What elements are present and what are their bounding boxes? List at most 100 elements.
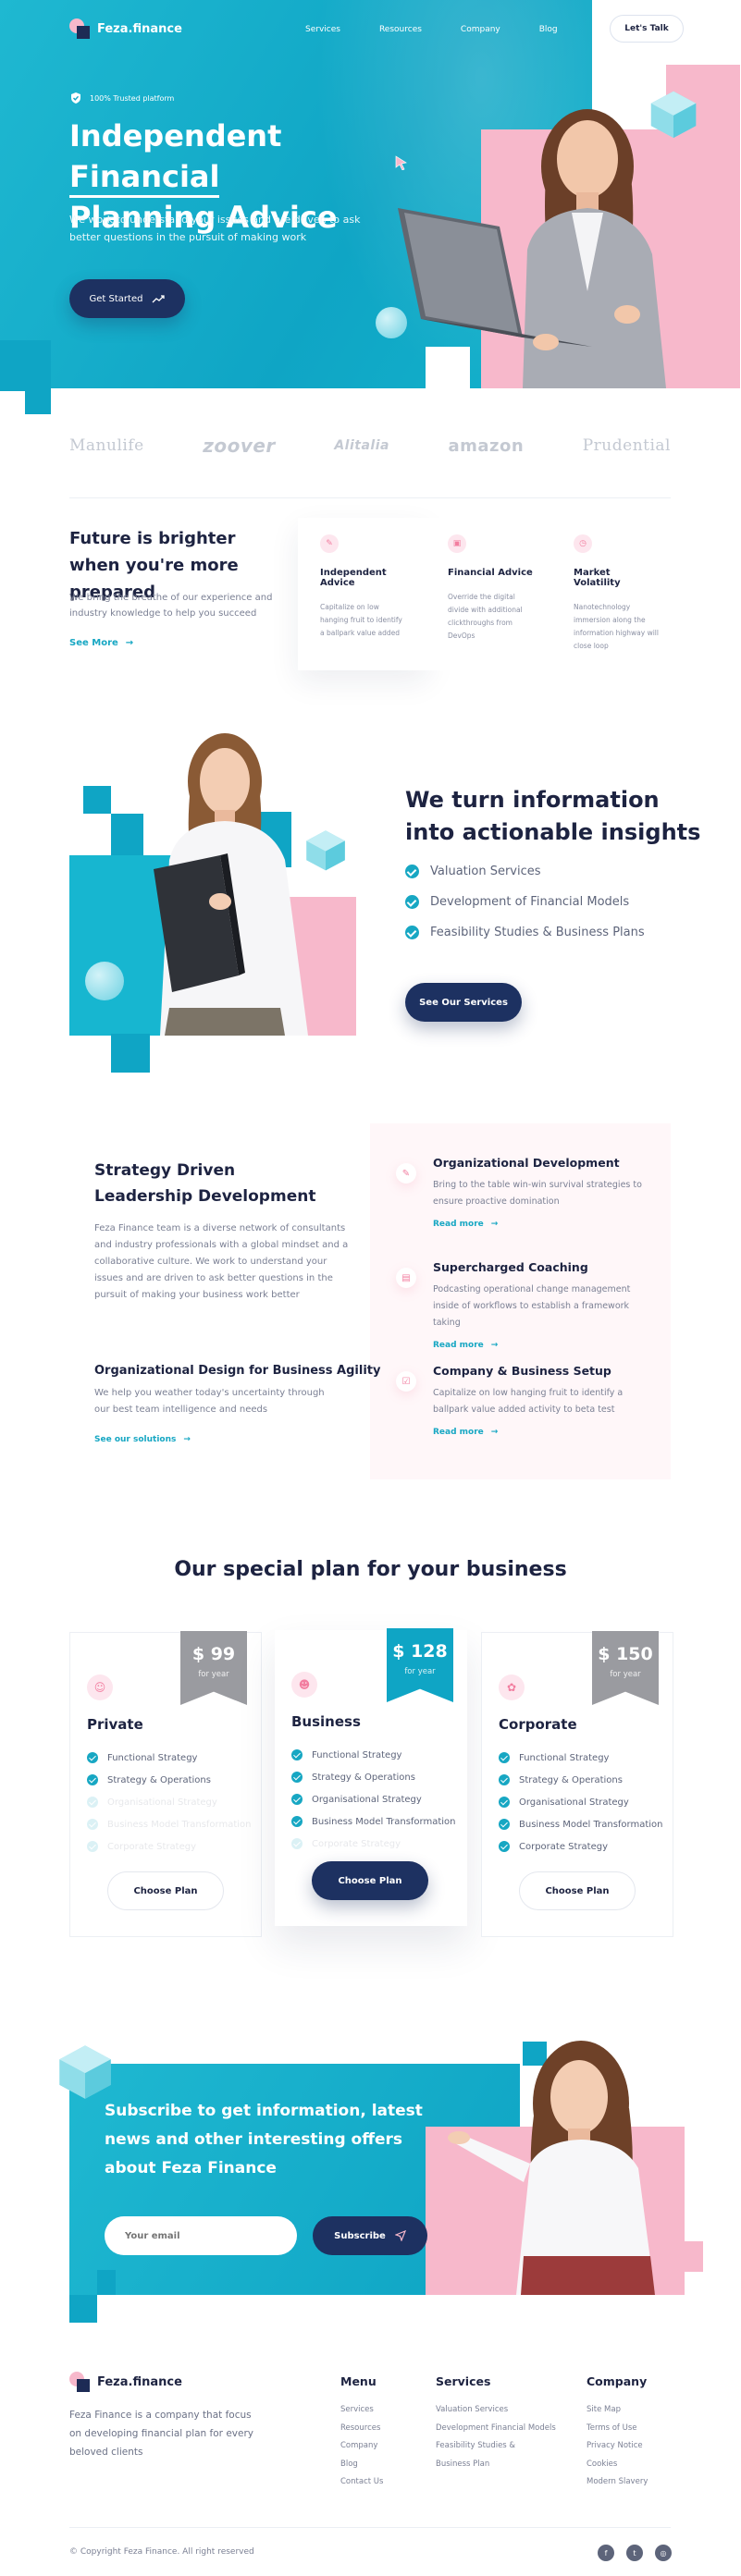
- insights-teal-square: [111, 1034, 150, 1073]
- plan-feature: Business Model Transformation: [499, 1813, 663, 1835]
- check-icon: [405, 865, 419, 878]
- instagram-icon[interactable]: ◎: [655, 2545, 672, 2561]
- check-icon: [291, 1772, 303, 1783]
- choose-plan-button[interactable]: Choose Plan: [107, 1871, 224, 1910]
- feature-card[interactable]: ▣ Financial Advice Override the digital …: [426, 518, 555, 670]
- feature-card-title: Financial Advice: [448, 568, 533, 578]
- see-services-button[interactable]: See Our Services: [405, 983, 522, 1022]
- check-icon: [87, 1819, 98, 1830]
- plan-feature: Business Model Transformation: [291, 1810, 456, 1833]
- footer-link[interactable]: Site Map: [587, 2401, 648, 2420]
- financial-icon: ▣: [448, 534, 466, 553]
- list-item-label: Development of Financial Models: [430, 895, 630, 909]
- feature-card[interactable]: ◷ Market Volatility Nanotechnology immer…: [551, 518, 681, 670]
- check-icon: [87, 1752, 98, 1763]
- service-item: ✎ Organizational Development Bring to th…: [396, 1156, 664, 1229]
- plan-feature-label: Business Model Transformation: [107, 1819, 252, 1830]
- footer-column-title: Company: [587, 2374, 648, 2388]
- footer-about: Feza Finance is a company that focus on …: [69, 2410, 253, 2458]
- plan-feature: Strategy & Operations: [291, 1766, 456, 1788]
- nav-item-resources[interactable]: Resources: [379, 25, 422, 34]
- footer-logo[interactable]: Feza.finance: [69, 2372, 182, 2392]
- subscribe-title: Subscribe to get information, latest new…: [105, 2102, 423, 2177]
- check-icon: [291, 1794, 303, 1805]
- plan-features: Functional Strategy Strategy & Operation…: [291, 1744, 456, 1855]
- footer-link[interactable]: Valuation Services: [436, 2401, 556, 2420]
- list-item-label: Valuation Services: [430, 865, 541, 878]
- arrow-right-icon: →: [125, 638, 134, 648]
- plan-period: for year: [198, 1670, 229, 1679]
- plan-feature-label: Corporate Strategy: [519, 1841, 609, 1852]
- check-icon: [499, 1819, 510, 1830]
- nav-item-company[interactable]: Company: [461, 25, 500, 34]
- service-title: Company & Business Setup: [433, 1364, 611, 1378]
- insights-title: We turn information into actionable insi…: [405, 787, 701, 845]
- footer-link[interactable]: Modern Slavery: [587, 2473, 648, 2492]
- check-icon: [499, 1797, 510, 1808]
- get-started-button[interactable]: Get Started: [69, 279, 185, 318]
- footer-link[interactable]: Company: [340, 2437, 383, 2456]
- plan-name: Business: [291, 1713, 361, 1730]
- footer-link[interactable]: Feasibility Studies &: [436, 2437, 556, 2456]
- plan-feature-label: Strategy & Operations: [312, 1772, 415, 1783]
- footer-link[interactable]: Services: [340, 2401, 383, 2420]
- plan-feature-label: Business Model Transformation: [312, 1816, 456, 1827]
- plan-price: $ 128: [392, 1641, 448, 1662]
- plan-feature-label: Corporate Strategy: [312, 1838, 401, 1849]
- footer-link[interactable]: Terms of Use: [587, 2420, 648, 2438]
- see-more-link[interactable]: See More →: [69, 638, 133, 648]
- read-more-link[interactable]: Read more →: [433, 1341, 664, 1350]
- footer-link[interactable]: Blog: [340, 2456, 383, 2474]
- footer-link[interactable]: Resources: [340, 2420, 383, 2438]
- list-item: Development of Financial Models: [405, 895, 645, 909]
- footer-link[interactable]: Contact Us: [340, 2473, 383, 2492]
- check-icon: [291, 1749, 303, 1760]
- hero-cube-icon: [650, 91, 697, 139]
- subscribe-teal-square: [97, 2270, 116, 2295]
- plan-feature-label: Functional Strategy: [107, 1752, 198, 1763]
- feature-card[interactable]: ✎ Independent Advice Capitalize on low h…: [298, 518, 427, 670]
- lets-talk-button[interactable]: Let's Talk: [610, 15, 684, 43]
- nav-item-blog[interactable]: Blog: [539, 25, 558, 34]
- insights-teal-square: [83, 786, 111, 814]
- choose-plan-button[interactable]: Choose Plan: [312, 1861, 428, 1900]
- check-icon: [405, 926, 419, 939]
- read-more-label: Read more: [433, 1428, 484, 1437]
- plan-feature-label: Organisational Strategy: [107, 1797, 217, 1808]
- trusted-badge: 100% Trusted platform: [69, 92, 174, 104]
- plan-feature: Strategy & Operations: [499, 1769, 663, 1791]
- check-icon: [291, 1816, 303, 1827]
- logo-icon: [69, 18, 90, 39]
- check-box-icon: ☑: [396, 1371, 416, 1392]
- facebook-icon[interactable]: f: [598, 2545, 614, 2561]
- service-text: Bring to the table win-win survival stra…: [433, 1180, 642, 1207]
- plan-feature-label: Organisational Strategy: [312, 1794, 422, 1805]
- hero-title-part1: Independent: [69, 118, 282, 153]
- badge-text: 100% Trusted platform: [90, 93, 175, 103]
- footer-link[interactable]: Cookies: [587, 2456, 648, 2474]
- plan-price: $ 150: [598, 1644, 653, 1664]
- email-input[interactable]: [105, 2216, 297, 2255]
- check-icon: [499, 1841, 510, 1852]
- read-more-link[interactable]: Read more →: [433, 1220, 664, 1229]
- subscribe-button[interactable]: Subscribe: [313, 2216, 427, 2255]
- feature-card-title: Market Volatility: [574, 568, 621, 588]
- plan-feature-disabled: Corporate Strategy: [87, 1835, 252, 1858]
- feature-card-text: Nanotechnology immersion along the infor…: [574, 603, 659, 650]
- see-solutions-link[interactable]: See our solutions →: [94, 1435, 191, 1444]
- footer-link[interactable]: Development Financial Models: [436, 2420, 556, 2438]
- insights-cube-icon: [306, 830, 345, 871]
- read-more-link[interactable]: Read more →: [433, 1428, 664, 1437]
- twitter-icon[interactable]: t: [626, 2545, 643, 2561]
- nav-item-services[interactable]: Services: [305, 25, 340, 34]
- footer-link[interactable]: Privacy Notice: [587, 2437, 648, 2456]
- brand-logo[interactable]: Feza.finance: [69, 18, 182, 39]
- plan-card-business: $ 128 for year ☻ Business Functional Stra…: [275, 1628, 467, 1926]
- advice-icon: ✎: [320, 534, 339, 553]
- cursor-icon: [395, 155, 407, 170]
- plan-feature-label: Strategy & Operations: [519, 1774, 623, 1785]
- footer-services: Services Valuation Services Development …: [436, 2374, 556, 2473]
- plan-feature-disabled: Organisational Strategy: [87, 1791, 252, 1813]
- footer-link[interactable]: Business Plan: [436, 2456, 556, 2474]
- choose-plan-button[interactable]: Choose Plan: [519, 1871, 636, 1910]
